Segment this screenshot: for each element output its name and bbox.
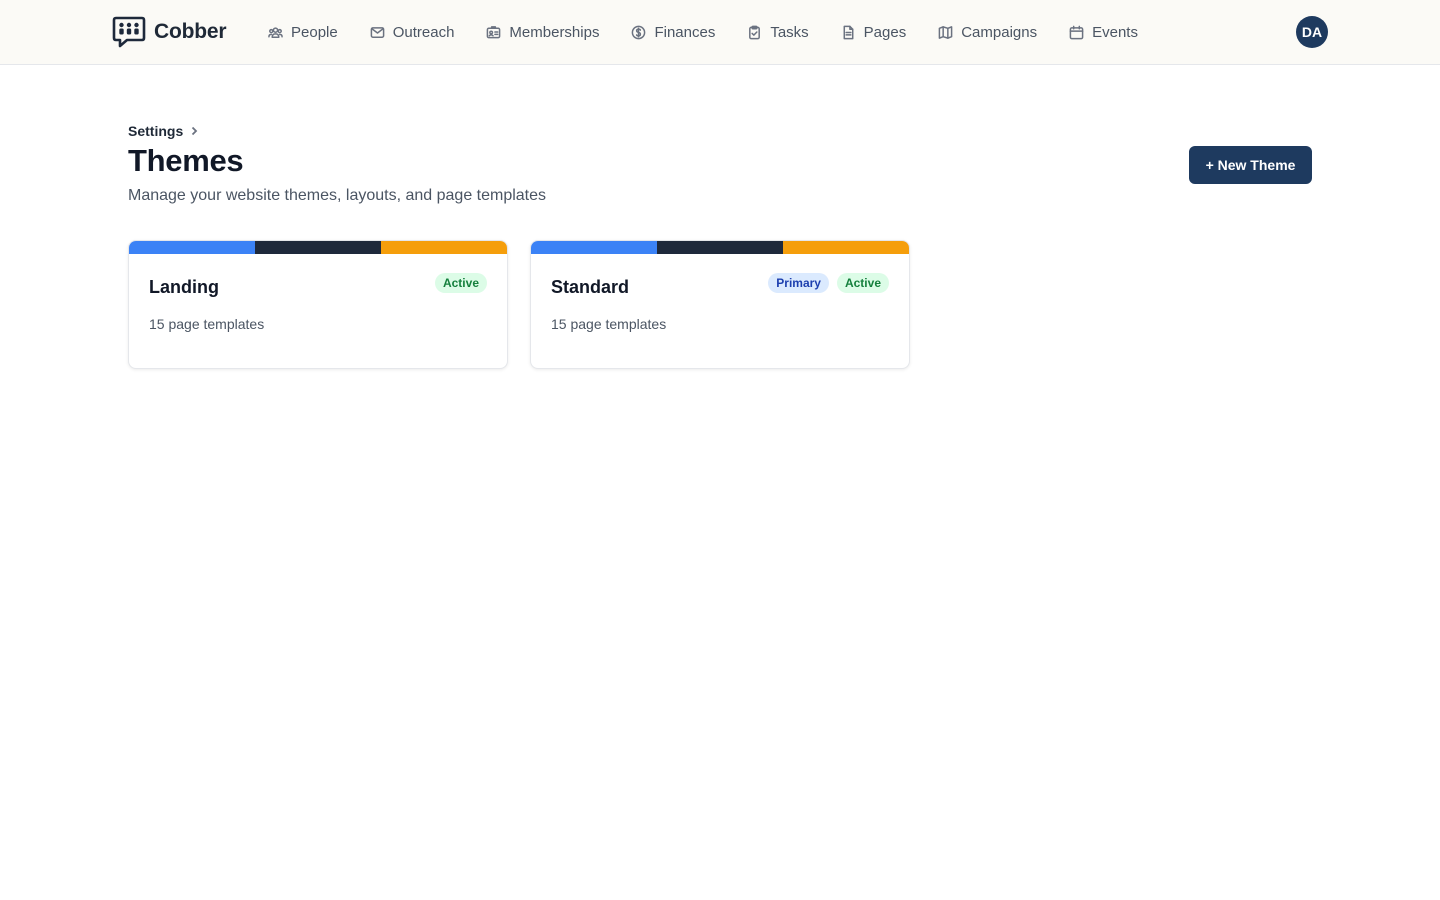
id-card-icon	[487, 25, 501, 38]
dollar-circle-icon	[632, 25, 646, 39]
new-theme-button[interactable]: + New Theme	[1189, 146, 1312, 184]
theme-name: Landing	[149, 277, 219, 297]
breadcrumb: Settings	[128, 122, 199, 140]
nav-label: Tasks	[770, 23, 809, 41]
color-swatch	[129, 241, 255, 254]
nav-label: Outreach	[392, 23, 455, 41]
theme-template-count: 15 page templates	[149, 316, 265, 332]
chat-bubble-people-icon	[112, 16, 146, 48]
nav-item-tasks[interactable]: Tasks	[747, 23, 809, 41]
page-title: Themes	[128, 143, 244, 178]
nav-label: People	[291, 23, 338, 41]
status-badge-active: Active	[434, 273, 487, 293]
nav-label: Campaigns	[961, 23, 1038, 41]
color-swatch	[255, 241, 381, 254]
theme-color-strip	[129, 241, 507, 254]
nav-item-pages[interactable]: Pages	[841, 23, 907, 41]
nav-item-people[interactable]: People	[268, 24, 338, 41]
theme-name: Standard	[551, 277, 630, 297]
top-navbar: Cobber People Outreach Memberships Finan…	[0, 0, 1440, 65]
nav-item-memberships[interactable]: Memberships	[486, 24, 599, 41]
theme-badges: Active	[434, 273, 487, 293]
document-icon	[843, 25, 854, 39]
map-icon	[938, 25, 953, 39]
breadcrumb-settings-link[interactable]: Settings	[128, 123, 183, 139]
theme-card-landing[interactable]: Landing Active 15 page templates	[128, 240, 508, 369]
nav-label: Pages	[863, 23, 907, 41]
status-badge-active: Active	[836, 273, 889, 293]
nav-label: Memberships	[509, 23, 600, 41]
color-swatch	[531, 241, 657, 254]
app-name: Cobber	[154, 20, 227, 43]
envelope-icon	[370, 26, 385, 38]
nav-label: Finances	[654, 23, 716, 41]
user-avatar[interactable]: DA	[1296, 16, 1328, 48]
status-badge-primary: Primary	[768, 273, 829, 293]
color-swatch	[381, 241, 507, 254]
main-nav: People Outreach Memberships Finances Tas…	[268, 0, 1138, 64]
nav-item-finances[interactable]: Finances	[631, 24, 715, 41]
theme-template-count: 15 page templates	[551, 316, 667, 332]
people-icon	[268, 26, 283, 38]
nav-item-campaigns[interactable]: Campaigns	[938, 24, 1037, 41]
calendar-icon	[1069, 25, 1084, 39]
color-swatch	[783, 241, 909, 254]
color-swatch	[657, 241, 783, 254]
page-subtitle: Manage your website themes, layouts, and…	[128, 187, 547, 204]
theme-badges: Primary Active	[768, 273, 889, 293]
theme-color-strip	[531, 241, 909, 254]
nav-label: Events	[1092, 23, 1138, 41]
app-logo[interactable]: Cobber	[112, 15, 227, 49]
nav-item-outreach[interactable]: Outreach	[370, 23, 455, 41]
chevron-right-icon	[192, 126, 198, 136]
nav-item-events[interactable]: Events	[1069, 24, 1138, 41]
clipboard-check-icon	[749, 25, 761, 39]
theme-card-standard[interactable]: Standard Primary Active 15 page template…	[530, 240, 910, 369]
